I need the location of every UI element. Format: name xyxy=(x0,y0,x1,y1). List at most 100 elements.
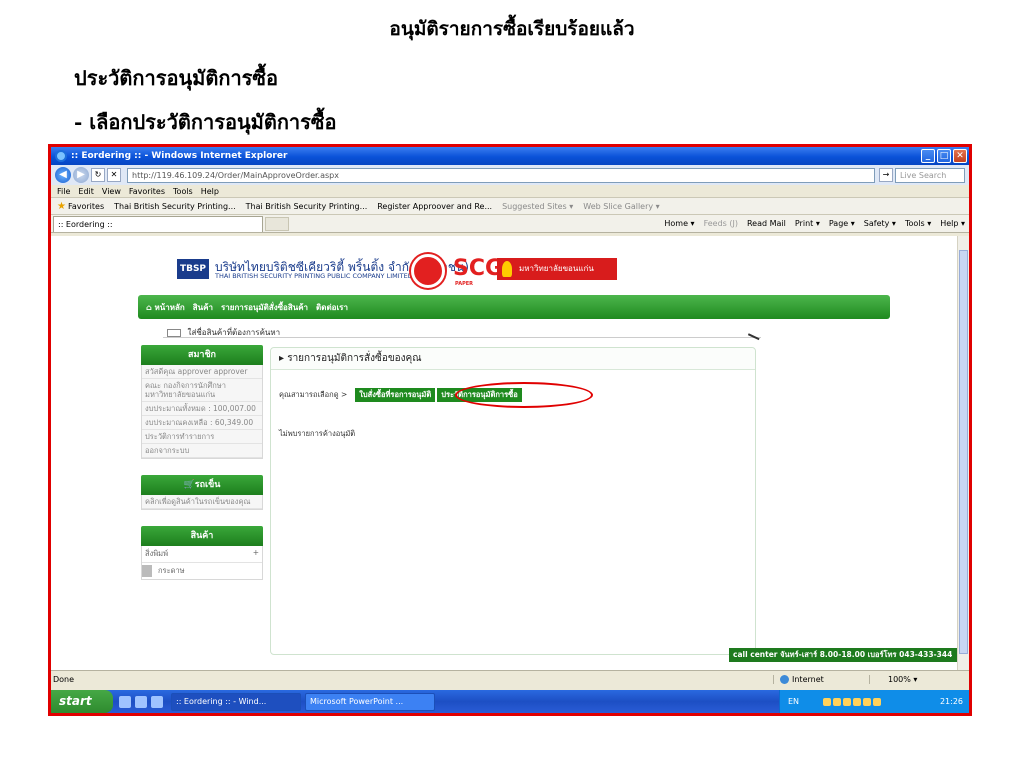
live-search-input[interactable]: Live Search xyxy=(895,167,965,183)
window-titlebar: :: Eordering :: - Windows Internet Explo… xyxy=(51,147,969,165)
main-nav: ⌂ หน้าหลัก สินค้า รายการอนุมัติสั่งซื้อส… xyxy=(138,295,890,319)
favorite-link[interactable]: Thai British Security Printing... xyxy=(246,202,368,211)
star-icon: ★ xyxy=(57,200,66,212)
member-greeting: สวัสดีคุณ approver approver xyxy=(142,365,262,379)
language-indicator[interactable]: EN xyxy=(788,697,799,706)
suggested-sites-link[interactable]: Suggested Sites ▾ xyxy=(502,202,573,211)
cart-block: คลิกเพื่อดูสินค้าในรถเข็นของคุณ xyxy=(141,495,263,510)
highlight-circle xyxy=(455,382,593,408)
cart-header: 🛒รถเข็น xyxy=(141,475,263,495)
kku-name: มหาวิทยาลัยขอนแก่น xyxy=(519,264,594,273)
document-heading: ประวัติการอนุมัติการซื้อ xyxy=(74,66,279,90)
page-content: TBSP บริษัทไทยบริติชซีเคียวริตี้ พริ้นติ… xyxy=(51,236,969,670)
minimize-button[interactable]: _ xyxy=(921,149,935,163)
flame-icon xyxy=(502,261,512,277)
nav-approve-orders[interactable]: รายการอนุมัติสั่งซื้อสินค้า xyxy=(221,301,308,314)
safety-button[interactable]: Safety ▾ xyxy=(864,219,896,228)
forward-icon[interactable]: ▶ xyxy=(73,167,89,183)
status-bar: Done Internet 100% ▾ xyxy=(51,670,969,687)
menu-view[interactable]: View xyxy=(102,187,121,196)
category-paper[interactable]: กระดาษ xyxy=(142,563,262,579)
ie-quicklaunch-icon[interactable] xyxy=(135,695,147,708)
status-text: Done xyxy=(53,674,75,684)
vertical-scrollbar[interactable] xyxy=(957,236,969,670)
close-button[interactable]: ✕ xyxy=(953,149,967,163)
menu-favorites[interactable]: Favorites xyxy=(129,187,165,196)
sidebar: สมาชิก สวัสดีคุณ approver approver คณะ ก… xyxy=(141,345,263,596)
member-faculty: คณะ กองกิจการนักศึกษา มหาวิทยาลัยขอนแก่น xyxy=(142,379,262,402)
tools-button[interactable]: Tools ▾ xyxy=(905,219,931,228)
company-name-en: THAI BRITISH SECURITY PRINTING PUBLIC CO… xyxy=(215,272,413,280)
new-tab-button[interactable] xyxy=(265,216,289,231)
favorites-button[interactable]: ★ Favorites xyxy=(57,201,104,212)
outlook-icon[interactable] xyxy=(151,695,163,708)
favorite-link[interactable]: Register Approover and Re... xyxy=(377,202,492,211)
address-input[interactable]: http://119.46.109.24/Order/MainApproveOr… xyxy=(127,167,875,183)
product-block: สิ่งพิมพ์ + กระดาษ xyxy=(141,546,263,580)
back-icon[interactable]: ◀ xyxy=(55,167,71,183)
tray-icons xyxy=(823,697,940,706)
tab-row: :: Eordering :: Home ▾ Feeds (J) Read Ma… xyxy=(51,215,969,233)
favorites-bar: ★ Favorites Thai British Security Printin… xyxy=(51,198,969,215)
web-slice-gallery-link[interactable]: Web Slice Gallery ▾ xyxy=(583,202,659,211)
tray-icon[interactable] xyxy=(833,697,842,706)
taskbar-powerpoint[interactable]: Microsoft PowerPoint ... xyxy=(305,692,435,711)
call-center-bar: call center จันทร์-เสาร์ 8.00-18.00 เบอร… xyxy=(729,648,959,662)
approval-panel: ▸ รายการอนุมัติการสั่งซื้อของคุณ คุณสามา… xyxy=(270,347,756,655)
desktop-icon[interactable] xyxy=(119,695,131,708)
panel-title: ▸ รายการอนุมัติการสั่งซื้อของคุณ xyxy=(271,348,755,370)
product-search-input[interactable]: ใส่ชื่อสินค้าที่ต้องการค้นหา xyxy=(188,328,281,337)
member-budget-total: งบประมาณทั้งหมด : 100,007.00 xyxy=(142,402,262,416)
nav-contact[interactable]: ติดต่อเรา xyxy=(316,301,348,314)
product-search[interactable]: ใส่ชื่อสินค้าที่ต้องการค้นหา xyxy=(163,326,761,338)
taskbar: start :: Eordering :: - Wind... Microsof… xyxy=(51,690,969,713)
tray-icon[interactable] xyxy=(873,697,882,706)
favorite-link[interactable]: Thai British Security Printing... xyxy=(114,202,236,211)
window-title: :: Eordering :: - Windows Internet Explo… xyxy=(71,151,288,161)
menu-edit[interactable]: Edit xyxy=(78,187,94,196)
scroll-thumb[interactable] xyxy=(959,250,968,654)
clock: 21:26 xyxy=(939,697,963,706)
pending-orders-button[interactable]: ใบสั่งซื้อที่รอการอนุมัติ xyxy=(355,388,436,402)
page-button[interactable]: Page ▾ xyxy=(829,219,855,228)
command-bar: Home ▾ Feeds (J) Read Mail Print ▾ Page … xyxy=(655,219,969,228)
category-printed[interactable]: สิ่งพิมพ์ + xyxy=(142,546,262,563)
feeds-button[interactable]: Feeds (J) xyxy=(704,219,738,228)
document-title: อนุมัติรายการซื้อเรียบร้อยแล้ว xyxy=(389,18,635,40)
print-button[interactable]: Print ▾ xyxy=(795,219,820,228)
taskbar-ie[interactable]: :: Eordering :: - Wind... xyxy=(171,692,301,711)
menu-file[interactable]: File xyxy=(57,187,70,196)
system-tray: EN 21:26 xyxy=(779,690,969,713)
expand-icon: + xyxy=(252,548,259,557)
tab-eordering[interactable]: :: Eordering :: xyxy=(53,215,263,232)
product-header: สินค้า xyxy=(141,526,263,546)
nav-home[interactable]: ⌂ หน้าหลัก xyxy=(146,301,185,314)
tray-icon[interactable] xyxy=(843,697,852,706)
help-button[interactable]: Help ▾ xyxy=(940,219,965,228)
logout-link[interactable]: ออกจากระบบ xyxy=(142,444,262,458)
scg-paper-label: PAPER xyxy=(455,281,474,287)
menu-help[interactable]: Help xyxy=(201,187,219,196)
start-button[interactable]: start xyxy=(51,690,113,713)
scg-logo: SCG xyxy=(453,256,504,281)
go-icon[interactable]: → xyxy=(879,168,893,182)
home-button[interactable]: Home ▾ xyxy=(664,219,694,228)
tray-icon[interactable] xyxy=(823,697,832,706)
kku-banner: มหาวิทยาลัยขอนแก่น xyxy=(497,258,617,280)
refresh-icon[interactable]: ↻ xyxy=(91,168,105,182)
tray-icon[interactable] xyxy=(853,697,862,706)
read-mail-button[interactable]: Read Mail xyxy=(747,219,786,228)
maximize-button[interactable]: □ xyxy=(937,149,951,163)
view-cart-link[interactable]: คลิกเพื่อดูสินค้าในรถเข็นของคุณ xyxy=(142,495,262,509)
quick-launch xyxy=(119,695,167,708)
stop-icon[interactable]: ✕ xyxy=(107,168,121,182)
document-page: อนุมัติรายการซื้อเรียบร้อยแล้ว ประวัติกา… xyxy=(0,0,1024,768)
menu-tools[interactable]: Tools xyxy=(173,187,193,196)
ie-icon xyxy=(55,150,67,162)
zoom-control[interactable]: 100% ▾ xyxy=(869,674,969,684)
transaction-history-link[interactable]: ประวัติการทำรายการ xyxy=(142,430,262,444)
tbsp-logo: TBSP xyxy=(177,259,209,279)
tray-icon[interactable] xyxy=(863,697,872,706)
address-row: ◀ ▶ ↻ ✕ http://119.46.109.24/Order/MainA… xyxy=(51,165,969,185)
nav-products[interactable]: สินค้า xyxy=(193,301,213,314)
